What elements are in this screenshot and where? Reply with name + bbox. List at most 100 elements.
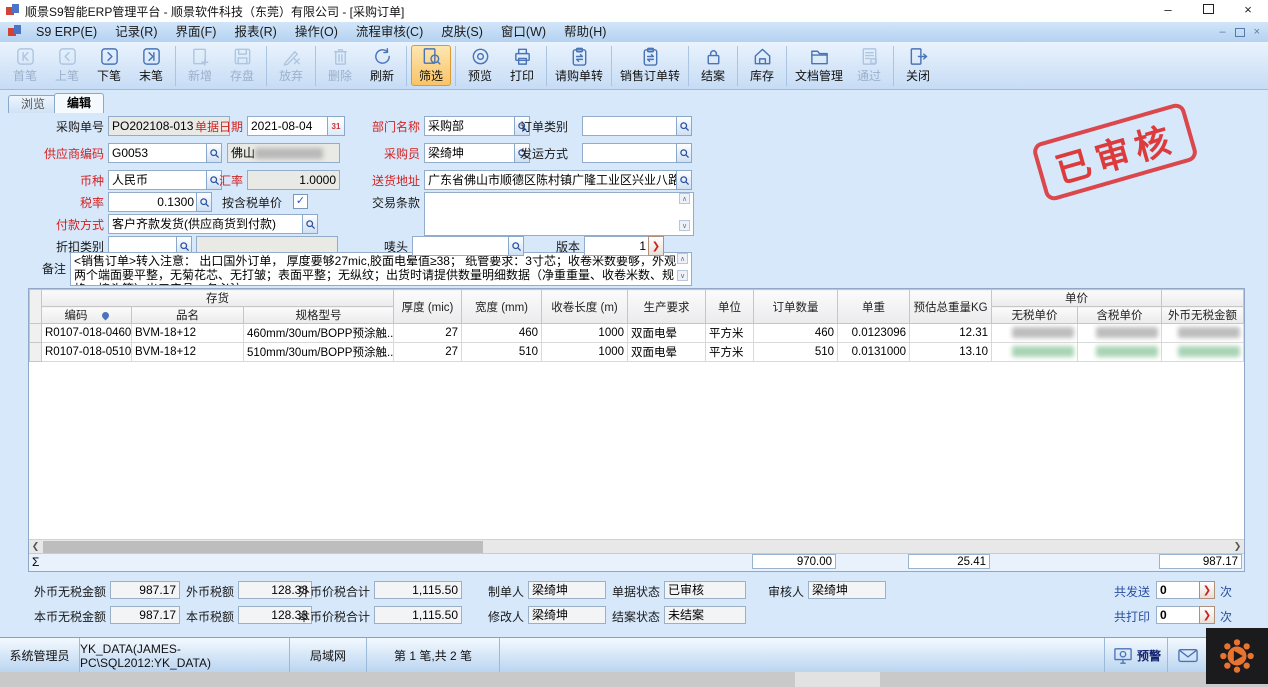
toolbar-button-so-transfer[interactable]: 销售订单转 [616,45,684,86]
menu-help[interactable]: 帮助(H) [555,22,615,42]
menu-workflow[interactable]: 流程审核(C) [347,22,432,42]
remark-textarea[interactable]: <销售订单>转入注意： 出口国外订单， 厚度要够27mic,胶面电晕值≥38； … [70,252,692,286]
menu-interface[interactable]: 界面(F) [167,22,226,42]
doc-date-field[interactable]: 2021-08-04 [247,116,329,136]
toolbar-button-refresh[interactable]: 刷新 [362,45,402,86]
toolbar-button-next[interactable]: 下笔 [89,45,129,86]
grid-col-unit_weight[interactable]: 单重 [838,290,910,324]
menu-record[interactable]: 记录(R) [106,22,166,42]
toolbar-button-preview[interactable]: 预览 [460,45,500,86]
row-selector[interactable] [30,343,42,362]
menu-operation[interactable]: 操作(O) [286,22,347,42]
order-type-field[interactable] [582,116,678,136]
tax-included-checkbox[interactable]: ✓ [293,194,308,209]
mdi-restore-button[interactable] [1235,28,1245,37]
alert-monitor-icon[interactable] [1113,647,1133,665]
cell-qty[interactable]: 460 [754,324,838,343]
close-button[interactable]: × [1228,0,1268,22]
mdi-close-button[interactable]: × [1254,26,1260,38]
toolbar-button-filter[interactable]: 筛选 [411,45,451,86]
minimize-button[interactable]: – [1148,0,1188,22]
address-lookup-button[interactable] [676,170,692,190]
alert-label[interactable]: 预警 [1137,647,1161,664]
cell-unit_weight[interactable]: 0.0131000 [838,343,910,362]
supplier-lookup-button[interactable] [206,143,222,163]
cell-est_weight[interactable]: 13.10 [910,343,992,362]
cell-thickness[interactable]: 27 [394,324,462,343]
payment-lookup-button[interactable] [302,214,318,234]
menu-report[interactable]: 报表(R) [225,22,285,42]
grid-col-price_with_tax[interactable]: 含税单价 [1078,307,1162,324]
cell-name[interactable]: BVM-18+12 [132,343,244,362]
cell-prod_req[interactable]: 双面电晕 [628,343,706,362]
cell-width[interactable]: 460 [462,324,542,343]
grid-col-fc_amount[interactable]: 外币无税金额 [1162,307,1244,324]
cell-length[interactable]: 1000 [542,343,628,362]
tax-rate-field[interactable]: 0.1300 [108,192,198,212]
toolbar-button-pr-transfer[interactable]: 请购单转 [551,45,607,86]
sent-count-value[interactable]: 0 [1156,581,1202,599]
table-row[interactable]: R0107-018-0460-...BVM-18+12460mm/30um/BO… [30,324,1244,343]
scroll-down-icon[interactable]: ∨ [677,270,688,281]
grid-col-qty[interactable]: 订单数量 [754,290,838,324]
grid-col-unit[interactable]: 单位 [706,290,754,324]
tab-edit[interactable]: 编辑 [54,93,104,113]
grid-horizontal-scrollbar[interactable]: ❮ ❯ [29,539,1244,554]
cell-code[interactable]: R0107-018-0460-... [42,324,132,343]
cell-unit[interactable]: 平方米 [706,343,754,362]
dept-field[interactable]: 采购部 [424,116,516,136]
cell-code[interactable]: R0107-018-0510-... [42,343,132,362]
version-field[interactable]: 1 [584,236,650,256]
scroll-up-icon[interactable]: ∧ [677,253,688,264]
cell-spec[interactable]: 460mm/30um/BOPP预涂触... [244,324,394,343]
toolbar-button-doc-manage[interactable]: 文档管理 [791,45,847,86]
row-selector[interactable] [30,324,42,343]
grid-col-width[interactable]: 宽度 (mm) [462,290,542,324]
table-row[interactable]: R0107-018-0510-...BVM-18+12510mm/30um/BO… [30,343,1244,362]
grid-col-code[interactable]: 编码 [42,307,132,324]
order-type-lookup-button[interactable] [676,116,692,136]
toolbar-button-last[interactable]: 末笔 [131,45,171,86]
tax-rate-lookup-button[interactable] [196,192,212,212]
cell-unit[interactable]: 平方米 [706,324,754,343]
grid-col-name[interactable]: 品名 [132,307,244,324]
cell-length[interactable]: 1000 [542,324,628,343]
scroll-up-icon[interactable]: ∧ [679,193,690,204]
version-spinner-button[interactable]: ❯ [648,236,664,256]
mdi-minimize-button[interactable]: – [1219,26,1225,38]
toolbar-button-print[interactable]: 打印 [502,45,542,86]
payment-field[interactable]: 客户齐款发货(供应商货到付款) [108,214,304,234]
menu-skin[interactable]: 皮肤(S) [432,22,492,42]
grid-col-est_weight[interactable]: 预估总重量KG [910,290,992,324]
ship-method-field[interactable] [582,143,678,163]
grid-col-length[interactable]: 收卷长度 (m) [542,290,628,324]
toolbar-button-close-form[interactable]: 关闭 [898,45,938,86]
shipping-mark-field[interactable] [412,236,510,256]
calendar-icon[interactable]: 31 [327,116,345,136]
ship-method-lookup-button[interactable] [676,143,692,163]
pin-icon[interactable] [100,311,110,321]
menu-window[interactable]: 窗口(W) [492,22,555,42]
shipping-mark-lookup-button[interactable] [508,236,524,256]
cell-unit_weight[interactable]: 0.0123096 [838,324,910,343]
cell-est_weight[interactable]: 12.31 [910,324,992,343]
supplier-code-field[interactable]: G0053 [108,143,208,163]
tab-browse[interactable]: 浏览 [8,95,58,113]
grid-col-prod_req[interactable]: 生产要求 [628,290,706,324]
grid-col-spec[interactable]: 规格型号 [244,307,394,324]
toolbar-button-close-case[interactable]: 结案 [693,45,733,86]
grid-col-thickness[interactable]: 厚度 (mic) [394,290,462,324]
scrollbar-thumb[interactable] [43,541,483,553]
scroll-down-icon[interactable]: ∨ [679,220,690,231]
print-count-value[interactable]: 0 [1156,606,1202,624]
cell-thickness[interactable]: 27 [394,343,462,362]
grid-col-price_no_tax[interactable]: 无税单价 [992,307,1078,324]
buyer-field[interactable]: 梁绮坤 [424,143,516,163]
cell-width[interactable]: 510 [462,343,542,362]
menu-s9erp[interactable]: S9 ERP(E) [27,22,106,42]
cell-name[interactable]: BVM-18+12 [132,324,244,343]
cell-qty[interactable]: 510 [754,343,838,362]
toolbar-button-inventory[interactable]: 库存 [742,45,782,86]
delivery-address-field[interactable]: 广东省佛山市顺德区陈村镇广隆工业区兴业八路9号之一 [424,170,678,190]
mail-icon[interactable] [1178,647,1198,665]
